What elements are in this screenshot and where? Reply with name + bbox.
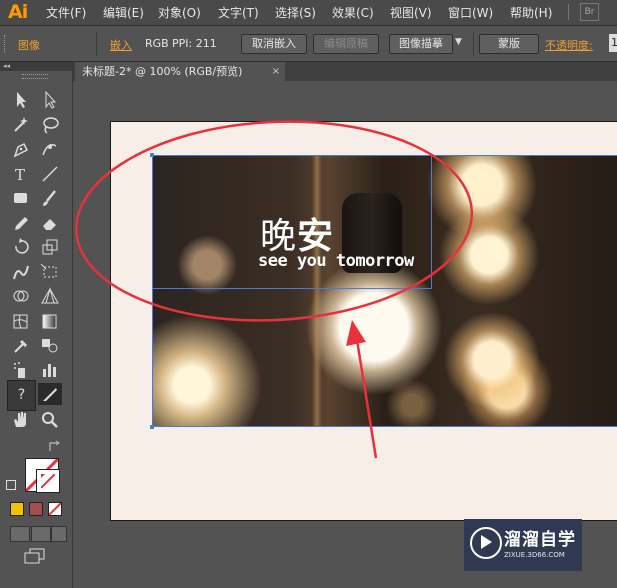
shape-builder-tool-icon[interactable] bbox=[9, 285, 33, 307]
play-icon bbox=[481, 535, 492, 549]
ppi-label: PPI: 211 bbox=[172, 37, 217, 50]
control-divider bbox=[96, 32, 97, 56]
swap-colors-icon[interactable] bbox=[47, 440, 63, 454]
watermark-url: ZIXUE.3D66.COM bbox=[504, 551, 565, 559]
selection-handle[interactable] bbox=[150, 425, 154, 429]
scale-tool-icon[interactable] bbox=[38, 236, 62, 258]
column-graph-tool-icon[interactable] bbox=[38, 359, 62, 381]
menu-object[interactable]: 对象(O) bbox=[158, 4, 201, 21]
menu-file[interactable]: 文件(F) bbox=[46, 4, 86, 21]
mesh-tool-icon[interactable] bbox=[9, 310, 33, 332]
object-type-label: 图像 bbox=[18, 39, 40, 52]
pen-tool-icon[interactable] bbox=[9, 138, 33, 160]
menu-select[interactable]: 选择(S) bbox=[275, 4, 316, 21]
rectangle-tool-icon[interactable] bbox=[9, 187, 33, 209]
menu-help[interactable]: 帮助(H) bbox=[510, 4, 552, 21]
document-tab-bar: 未标题-2* @ 100% (RGB/预览) × bbox=[73, 62, 617, 81]
symbol-sprayer-tool-icon[interactable] bbox=[9, 359, 33, 381]
bridge-button[interactable]: Br bbox=[580, 3, 599, 21]
embed-link[interactable]: 嵌入 bbox=[110, 37, 132, 53]
rotate-tool-icon[interactable] bbox=[9, 236, 33, 258]
tools-grip[interactable] bbox=[22, 74, 48, 79]
close-icon[interactable]: × bbox=[272, 62, 280, 81]
text-selection-bounds bbox=[152, 155, 432, 289]
opacity-link[interactable]: 不透明度: bbox=[545, 37, 593, 53]
selection-tool-icon[interactable] bbox=[9, 89, 33, 111]
type-tool-icon[interactable]: T bbox=[9, 163, 33, 185]
warp-tool-icon[interactable] bbox=[9, 261, 33, 283]
unembed-button[interactable]: 取消嵌入 bbox=[241, 34, 307, 54]
control-bar-grip[interactable] bbox=[4, 35, 8, 53]
perspective-grid-tool-icon[interactable] bbox=[38, 285, 62, 307]
draw-mode-icon[interactable] bbox=[10, 526, 30, 542]
control-divider bbox=[473, 32, 474, 56]
control-bar: 图像 嵌入 RGB PPI: 211 取消嵌入 编辑原稿 图像描摹 ▼ 蒙版 不… bbox=[0, 26, 617, 62]
eyedropper-tool-icon[interactable] bbox=[9, 334, 33, 356]
menu-bar: Ai 文件(F) 编辑(E) 对象(O) 文字(T) 选择(S) 效果(C) 视… bbox=[0, 0, 617, 26]
slice-tool-icon[interactable] bbox=[38, 383, 62, 405]
menu-effect[interactable]: 效果(C) bbox=[332, 4, 374, 21]
gradient-tool-icon[interactable] bbox=[38, 310, 62, 332]
svg-text:T: T bbox=[15, 166, 25, 184]
app-logo: Ai bbox=[8, 1, 28, 23]
menu-view[interactable]: 视图(V) bbox=[390, 4, 432, 21]
none-mode-button[interactable] bbox=[48, 502, 62, 516]
lasso-tool-icon[interactable] bbox=[38, 114, 62, 136]
menu-divider bbox=[568, 4, 569, 20]
curvature-tool-icon[interactable] bbox=[38, 138, 62, 160]
line-tool-icon[interactable] bbox=[38, 163, 62, 185]
menu-edit[interactable]: 编辑(E) bbox=[103, 4, 144, 21]
color-mode-button[interactable] bbox=[10, 502, 24, 516]
document-tab-title: 未标题-2* @ 100% (RGB/预览) bbox=[82, 65, 243, 78]
draw-behind-icon[interactable] bbox=[31, 526, 51, 542]
image-trace-dropdown-icon[interactable]: ▼ bbox=[455, 37, 462, 47]
edit-original-button: 编辑原稿 bbox=[313, 34, 379, 54]
tools-collapse-button[interactable]: ◂◂ bbox=[0, 62, 72, 71]
menu-window[interactable]: 窗口(W) bbox=[448, 4, 493, 21]
menu-type[interactable]: 文字(T) bbox=[218, 4, 259, 21]
color-mode-label: RGB bbox=[145, 37, 169, 50]
watermark-logo: 溜溜自学 ZIXUE.3D66.COM bbox=[464, 519, 582, 571]
free-transform-tool-icon[interactable] bbox=[38, 261, 62, 283]
mask-button[interactable]: 蒙版 bbox=[479, 34, 539, 54]
document-tab[interactable]: 未标题-2* @ 100% (RGB/预览) × bbox=[75, 62, 285, 81]
pencil-tool-icon[interactable] bbox=[9, 212, 33, 234]
screen-mode-icon[interactable] bbox=[24, 548, 46, 564]
zoom-tool-icon[interactable] bbox=[38, 408, 62, 430]
magic-wand-tool-icon[interactable] bbox=[9, 114, 33, 136]
watermark-title: 溜溜自学 bbox=[504, 530, 576, 550]
default-colors-icon[interactable] bbox=[6, 480, 16, 490]
direct-selection-tool-icon[interactable] bbox=[38, 89, 62, 111]
image-trace-button[interactable]: 图像描摹 bbox=[389, 34, 453, 54]
eraser-tool-icon[interactable] bbox=[38, 212, 62, 234]
paintbrush-tool-icon[interactable] bbox=[38, 187, 62, 209]
stroke-swatch[interactable] bbox=[36, 469, 60, 493]
gradient-mode-button[interactable] bbox=[29, 502, 43, 516]
opacity-input[interactable]: 1 bbox=[609, 34, 617, 52]
help-icon[interactable]: ? bbox=[7, 380, 36, 411]
blend-tool-icon[interactable] bbox=[38, 334, 62, 356]
selection-handle[interactable] bbox=[150, 153, 154, 157]
draw-inside-icon[interactable] bbox=[51, 526, 67, 542]
